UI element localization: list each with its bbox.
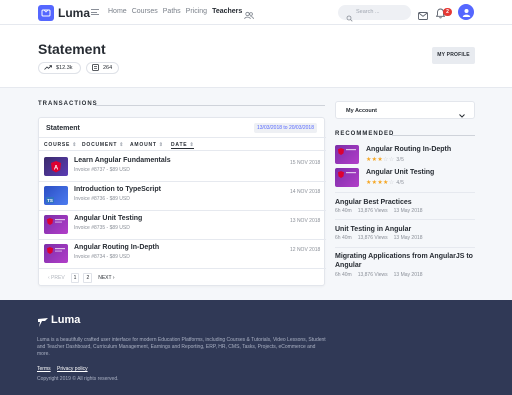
- search-input[interactable]: Search ...: [338, 5, 411, 22]
- recommended-title[interactable]: Migrating Applications from AngularJS to…: [335, 252, 475, 270]
- nav-link-paths[interactable]: Paths: [163, 8, 181, 15]
- course-thumbnail: TS: [44, 186, 68, 205]
- page-button-1[interactable]: 1: [70, 273, 80, 283]
- table-row[interactable]: TS Introduction to TypeScript Invoice #8…: [39, 181, 326, 210]
- column-header-course[interactable]: COURSE ⇕: [44, 142, 77, 148]
- account-select-value: My Account: [346, 108, 377, 114]
- star-rating: ★★★☆☆ 3/5: [366, 157, 405, 163]
- footer: Luma Luma is a beautifully crafted user …: [0, 300, 512, 395]
- next-page-button[interactable]: NEXT ›: [96, 274, 116, 282]
- transactions-card: Statement 13/03/2018 to 20/03/2018 COURS…: [38, 117, 326, 286]
- transaction-date: 14 NOV 2018: [290, 189, 321, 195]
- invoice-info: Invoice #8734 - $89 USD: [74, 254, 130, 260]
- my-profile-button[interactable]: MY PROFILE: [432, 47, 475, 64]
- transaction-date: 12 NOV 2018: [290, 247, 321, 253]
- terms-link[interactable]: Terms: [37, 366, 51, 372]
- avatar[interactable]: [458, 4, 474, 20]
- top-navbar: Luma Home Courses Paths Pricing Teachers…: [0, 0, 512, 25]
- transactions-section-title: TRANSACTIONS: [38, 101, 98, 107]
- svg-text:A: A: [54, 166, 59, 172]
- footer-links: Terms Privacy policy: [37, 366, 93, 372]
- course-title[interactable]: Angular Unit Testing: [366, 169, 434, 176]
- course-thumbnail: [44, 215, 68, 234]
- invoice-info: Invoice #8735 - $89 USD: [74, 225, 130, 231]
- star-rating: ★★★★☆ 4/5: [366, 180, 405, 186]
- divider: [39, 137, 326, 138]
- course-thumbnail: [44, 244, 68, 263]
- brand-logo-icon: [37, 315, 49, 333]
- course-title[interactable]: Angular Routing In-Depth: [74, 244, 159, 251]
- footer-description: Luma is a beautifully crafted user inter…: [37, 337, 326, 357]
- column-header-document[interactable]: DOCUMENT ⇕: [82, 142, 124, 148]
- course-thumbnail: [335, 145, 359, 164]
- transaction-date: 15 NOV 2018: [290, 160, 321, 166]
- notification-badge: 2: [443, 8, 452, 16]
- divider: [335, 247, 475, 248]
- table-row[interactable]: Angular Routing In-Depth Invoice #8734 -…: [39, 239, 326, 268]
- search-placeholder: Search ...: [356, 9, 380, 15]
- table-row[interactable]: Angular Unit Testing Invoice #8735 - $89…: [39, 210, 326, 239]
- copyright: Copyright 2019 © All rights reserved.: [37, 376, 119, 382]
- earnings-chip: $12.3k: [38, 62, 81, 74]
- course-meta: 6h 40m 13,876 Views 13 May 2018: [335, 208, 423, 214]
- course-title[interactable]: Angular Routing In-Depth: [366, 146, 451, 153]
- nav-link-home[interactable]: Home: [108, 8, 127, 15]
- sales-chip: 264: [86, 62, 119, 74]
- nav-link-pricing[interactable]: Pricing: [186, 8, 207, 15]
- menu-icon[interactable]: [91, 9, 99, 15]
- main-nav: Home Courses Paths Pricing Teachers: [108, 8, 247, 15]
- pagination: ‹ PREV 1 2 NEXT ›: [46, 273, 117, 283]
- divider: [335, 192, 475, 193]
- nav-link-teachers[interactable]: Teachers: [212, 8, 242, 15]
- nav-link-courses[interactable]: Courses: [132, 8, 158, 15]
- footer-brand: Luma: [51, 314, 81, 326]
- prev-page-button[interactable]: ‹ PREV: [46, 274, 67, 282]
- invoice-info: Invoice #8737 - $89 USD: [74, 167, 130, 173]
- column-header-amount[interactable]: AMOUNT ⇕: [130, 142, 164, 148]
- divider: [39, 268, 326, 269]
- recommended-title[interactable]: Unit Testing in Angular: [335, 225, 411, 234]
- divider: [39, 150, 326, 151]
- svg-text:TS: TS: [47, 198, 53, 203]
- page-header: Statement $12.3k 264 MY PROFILE: [0, 25, 512, 88]
- page-button-2[interactable]: 2: [83, 273, 93, 283]
- chevron-down-icon: [459, 108, 465, 126]
- date-range-picker[interactable]: 13/03/2018 to 20/03/2018: [254, 123, 317, 133]
- invoice-info: Invoice #8736 - $89 USD: [74, 196, 130, 202]
- page-title: Statement: [38, 41, 106, 57]
- section-divider: [95, 105, 325, 106]
- section-divider: [392, 135, 475, 136]
- mail-icon[interactable]: [418, 7, 428, 25]
- course-thumbnail: A: [44, 157, 68, 176]
- recommended-title[interactable]: Angular Best Practices: [335, 198, 412, 207]
- sales-value: 264: [103, 65, 113, 71]
- course-title[interactable]: Angular Unit Testing: [74, 215, 142, 222]
- people-icon[interactable]: [244, 7, 254, 25]
- card-title: Statement: [46, 125, 80, 132]
- divider: [335, 219, 475, 220]
- receipt-icon: [92, 63, 99, 73]
- account-select[interactable]: My Account: [335, 101, 475, 119]
- table-row[interactable]: A Learn Angular Fundamentals Invoice #87…: [39, 152, 326, 181]
- course-meta: 6h 40m 13,876 Views 13 May 2018: [335, 272, 423, 278]
- privacy-link[interactable]: Privacy policy: [57, 366, 88, 372]
- trending-up-icon: [44, 64, 52, 72]
- logo-icon[interactable]: [38, 5, 54, 21]
- course-title[interactable]: Introduction to TypeScript: [74, 186, 161, 193]
- course-meta: 6h 40m 13,876 Views 13 May 2018: [335, 235, 423, 241]
- course-thumbnail: [335, 168, 359, 187]
- brand-name[interactable]: Luma: [58, 6, 90, 20]
- course-title[interactable]: Learn Angular Fundamentals: [74, 157, 171, 164]
- recommended-section-title: RECOMMENDED: [335, 131, 395, 137]
- column-header-date[interactable]: DATE ⇕: [171, 142, 195, 149]
- transaction-date: 13 NOV 2018: [290, 218, 321, 224]
- earnings-value: $12.3k: [56, 65, 73, 71]
